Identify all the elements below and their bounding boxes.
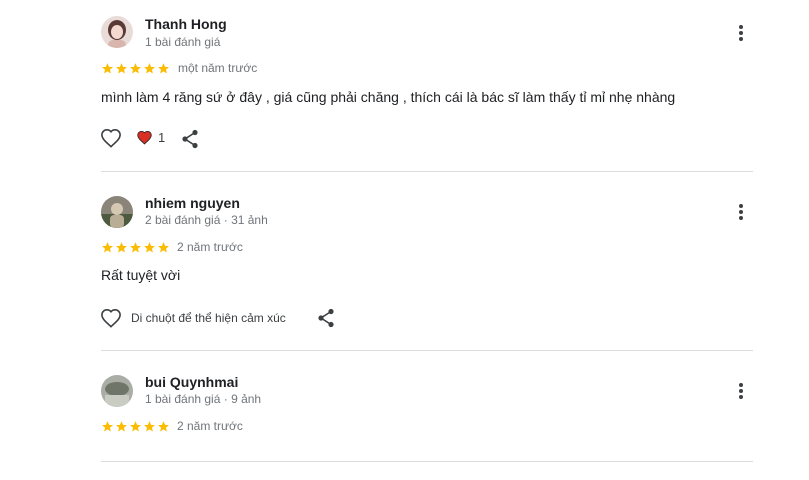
avatar[interactable]	[101, 196, 133, 228]
divider	[101, 350, 753, 351]
avatar[interactable]	[101, 16, 133, 48]
more-options-button[interactable]	[732, 200, 750, 224]
star-icon	[144, 242, 155, 253]
share-button[interactable]	[181, 129, 199, 149]
more-options-button[interactable]	[732, 379, 750, 403]
review-time: 2 năm trước	[177, 240, 243, 254]
star-icon	[144, 421, 155, 432]
divider	[101, 171, 753, 172]
star-icon	[102, 421, 113, 432]
review-text: mình làm 4 răng sứ ở đây , giá cũng phải…	[101, 89, 676, 105]
share-icon	[318, 308, 334, 328]
reviewer-meta: 1 bài đánh giá	[145, 35, 221, 49]
star-icon	[158, 421, 169, 432]
star-icon	[158, 63, 169, 74]
review-text: Rất tuyệt vời	[101, 267, 181, 283]
reviewer-meta: 1 bài đánh giá · 9 ảnh	[145, 392, 262, 406]
star-icon	[116, 63, 127, 74]
reviewer-name[interactable]: Thanh Hong	[145, 16, 227, 32]
reviewer-name[interactable]: bui Quynhmai	[145, 374, 238, 390]
star-icon	[116, 421, 127, 432]
review-time: 2 năm trước	[177, 419, 243, 433]
share-icon	[182, 129, 198, 149]
like-button[interactable]	[100, 308, 122, 328]
reaction-button[interactable]	[136, 130, 153, 145]
heart-outline-icon	[101, 308, 121, 328]
heart-filled-icon	[137, 130, 152, 145]
share-button[interactable]	[317, 308, 335, 328]
star-icon	[130, 421, 141, 432]
divider	[101, 461, 753, 462]
reviewer-name[interactable]: nhiem nguyen	[145, 195, 240, 211]
star-icon	[130, 63, 141, 74]
star-icon	[144, 63, 155, 74]
more-options-button[interactable]	[732, 21, 750, 45]
avatar[interactable]	[101, 375, 133, 407]
more-vert-icon	[739, 204, 743, 220]
star-icon	[158, 242, 169, 253]
star-rating	[101, 62, 170, 75]
reviewer-meta: 2 bài đánh giá · 31 ảnh	[145, 213, 268, 227]
like-button[interactable]	[100, 128, 122, 148]
reaction-count: 1	[158, 130, 166, 145]
star-icon	[130, 242, 141, 253]
star-rating	[101, 420, 170, 433]
more-vert-icon	[739, 383, 743, 399]
star-icon	[116, 242, 127, 253]
star-icon	[102, 242, 113, 253]
reaction-hint: Di chuột để thể hiện cảm xúc	[131, 311, 286, 325]
heart-outline-icon	[101, 128, 121, 148]
more-vert-icon	[739, 25, 743, 41]
star-icon	[102, 63, 113, 74]
star-rating	[101, 241, 170, 254]
review-time: một năm trước	[178, 61, 258, 75]
